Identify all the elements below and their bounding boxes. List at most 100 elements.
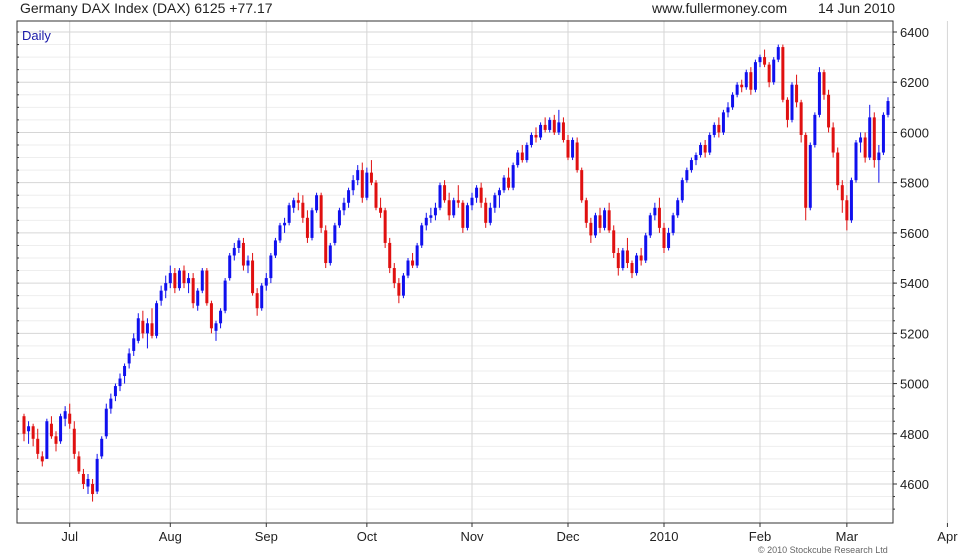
candle-body-up: [731, 94, 735, 108]
x-tick-label: Sep: [255, 529, 278, 544]
candle-body-up: [452, 200, 456, 216]
candle-body-up: [465, 205, 469, 228]
candle-body-up: [264, 278, 268, 286]
candle-body-down: [763, 57, 767, 65]
candle-body-up: [401, 275, 405, 296]
candle-body-up: [699, 145, 703, 156]
candle-body-up: [219, 310, 223, 324]
candle-body-down: [319, 195, 323, 228]
candle-body-up: [790, 84, 794, 120]
candle-body-up: [406, 260, 410, 276]
candle-body-up: [351, 180, 355, 191]
candle-body-up: [813, 114, 817, 145]
candle-body-down: [845, 200, 849, 221]
candle-body-down: [552, 119, 556, 133]
candle-body-down: [36, 438, 40, 454]
candle-body-up: [854, 142, 858, 181]
candle-body-up: [187, 278, 191, 284]
candle-body-down: [255, 293, 259, 309]
candle-body-up: [356, 170, 360, 181]
candle-body-down: [822, 72, 826, 95]
candle-body-down: [392, 268, 396, 284]
candle-body-up: [438, 185, 442, 208]
candle-body-up: [109, 398, 113, 409]
y-tick-label: 4600: [900, 477, 929, 492]
candle-body-up: [200, 270, 204, 291]
candle-body-up: [493, 195, 497, 208]
candle-body-up: [310, 210, 314, 238]
candle-body-up: [877, 152, 881, 161]
candle-body-up: [744, 72, 748, 88]
candle-body-down: [616, 252, 620, 269]
candle-body-up: [859, 137, 863, 143]
x-tick-label: Jul: [61, 529, 78, 544]
candle-body-up: [342, 202, 346, 211]
candle-body-down: [374, 182, 378, 208]
candle-body-up: [470, 197, 474, 206]
candle-body-down: [461, 202, 465, 228]
candle-body-up: [273, 240, 277, 256]
candle-body-down: [150, 323, 154, 336]
copyright-credit: © 2010 Stockcube Research Ltd: [758, 545, 888, 555]
x-tick-label: 2010: [650, 529, 679, 544]
candle-body-up: [136, 318, 140, 341]
y-tick-label: 5200: [900, 326, 929, 341]
candle-body-down: [863, 137, 867, 158]
candle-body-up: [758, 57, 762, 63]
candle-body-up: [365, 172, 369, 198]
candle-body-up: [571, 139, 575, 158]
y-tick-label: 6000: [900, 125, 929, 140]
candle-body-up: [511, 165, 515, 188]
candle-body-down: [301, 202, 305, 218]
candle-body-up: [676, 200, 680, 216]
candle-body-down: [369, 172, 373, 183]
candle-body-down: [703, 145, 707, 153]
candle-body-up: [278, 225, 282, 241]
candle-body-up: [708, 134, 712, 153]
candle-body-down: [566, 139, 570, 158]
candle-body-up: [635, 255, 639, 274]
candle-body-up: [735, 84, 739, 95]
x-tick-label: Oct: [357, 529, 378, 544]
candle-body-up: [488, 207, 492, 223]
candle-body-down: [91, 484, 95, 495]
candle-body-down: [767, 64, 771, 83]
candle-body-up: [214, 323, 218, 331]
candle-body-up: [420, 225, 424, 246]
candle-body-down: [40, 456, 44, 462]
candle-body-down: [447, 200, 451, 216]
candle-body-down: [49, 423, 53, 437]
candle-body-up: [45, 421, 49, 459]
candle-body-down: [625, 250, 629, 264]
candle-body-down: [443, 185, 447, 201]
candlestick-chart: 4600 4800 5000 5200 5400 5600 5800 6000 6200 6400…: [16, 20, 958, 544]
candle-body-up: [603, 210, 607, 228]
candle-body-down: [54, 436, 58, 444]
candle-body-up: [260, 285, 264, 309]
candle-body-up: [497, 190, 501, 196]
candle-body-down: [795, 84, 799, 103]
candle-body-up: [347, 190, 351, 203]
candle-body-up: [557, 122, 561, 133]
candle-body-down: [749, 72, 753, 90]
candle-body-up: [246, 260, 250, 266]
candle-body-up: [223, 280, 227, 311]
candle-body-down: [831, 127, 835, 153]
candle-body-down: [507, 177, 511, 188]
y-tick-label: 6200: [900, 75, 929, 90]
candle-body-up: [671, 215, 675, 233]
candle-body-down: [543, 124, 547, 130]
candle-body-up: [433, 207, 437, 216]
candle-body-down: [781, 47, 785, 100]
candle-body-down: [141, 320, 145, 334]
candle-body-up: [667, 232, 671, 248]
candle-body-up: [712, 124, 716, 135]
candle-body-up: [593, 215, 597, 236]
candle-body-down: [456, 200, 460, 203]
candle-body-up: [95, 458, 99, 492]
candle-body-up: [525, 145, 529, 161]
candle-body-down: [205, 270, 209, 304]
candle-body-up: [694, 155, 698, 161]
candle-body-up: [132, 338, 136, 351]
candle-body-down: [81, 473, 85, 484]
